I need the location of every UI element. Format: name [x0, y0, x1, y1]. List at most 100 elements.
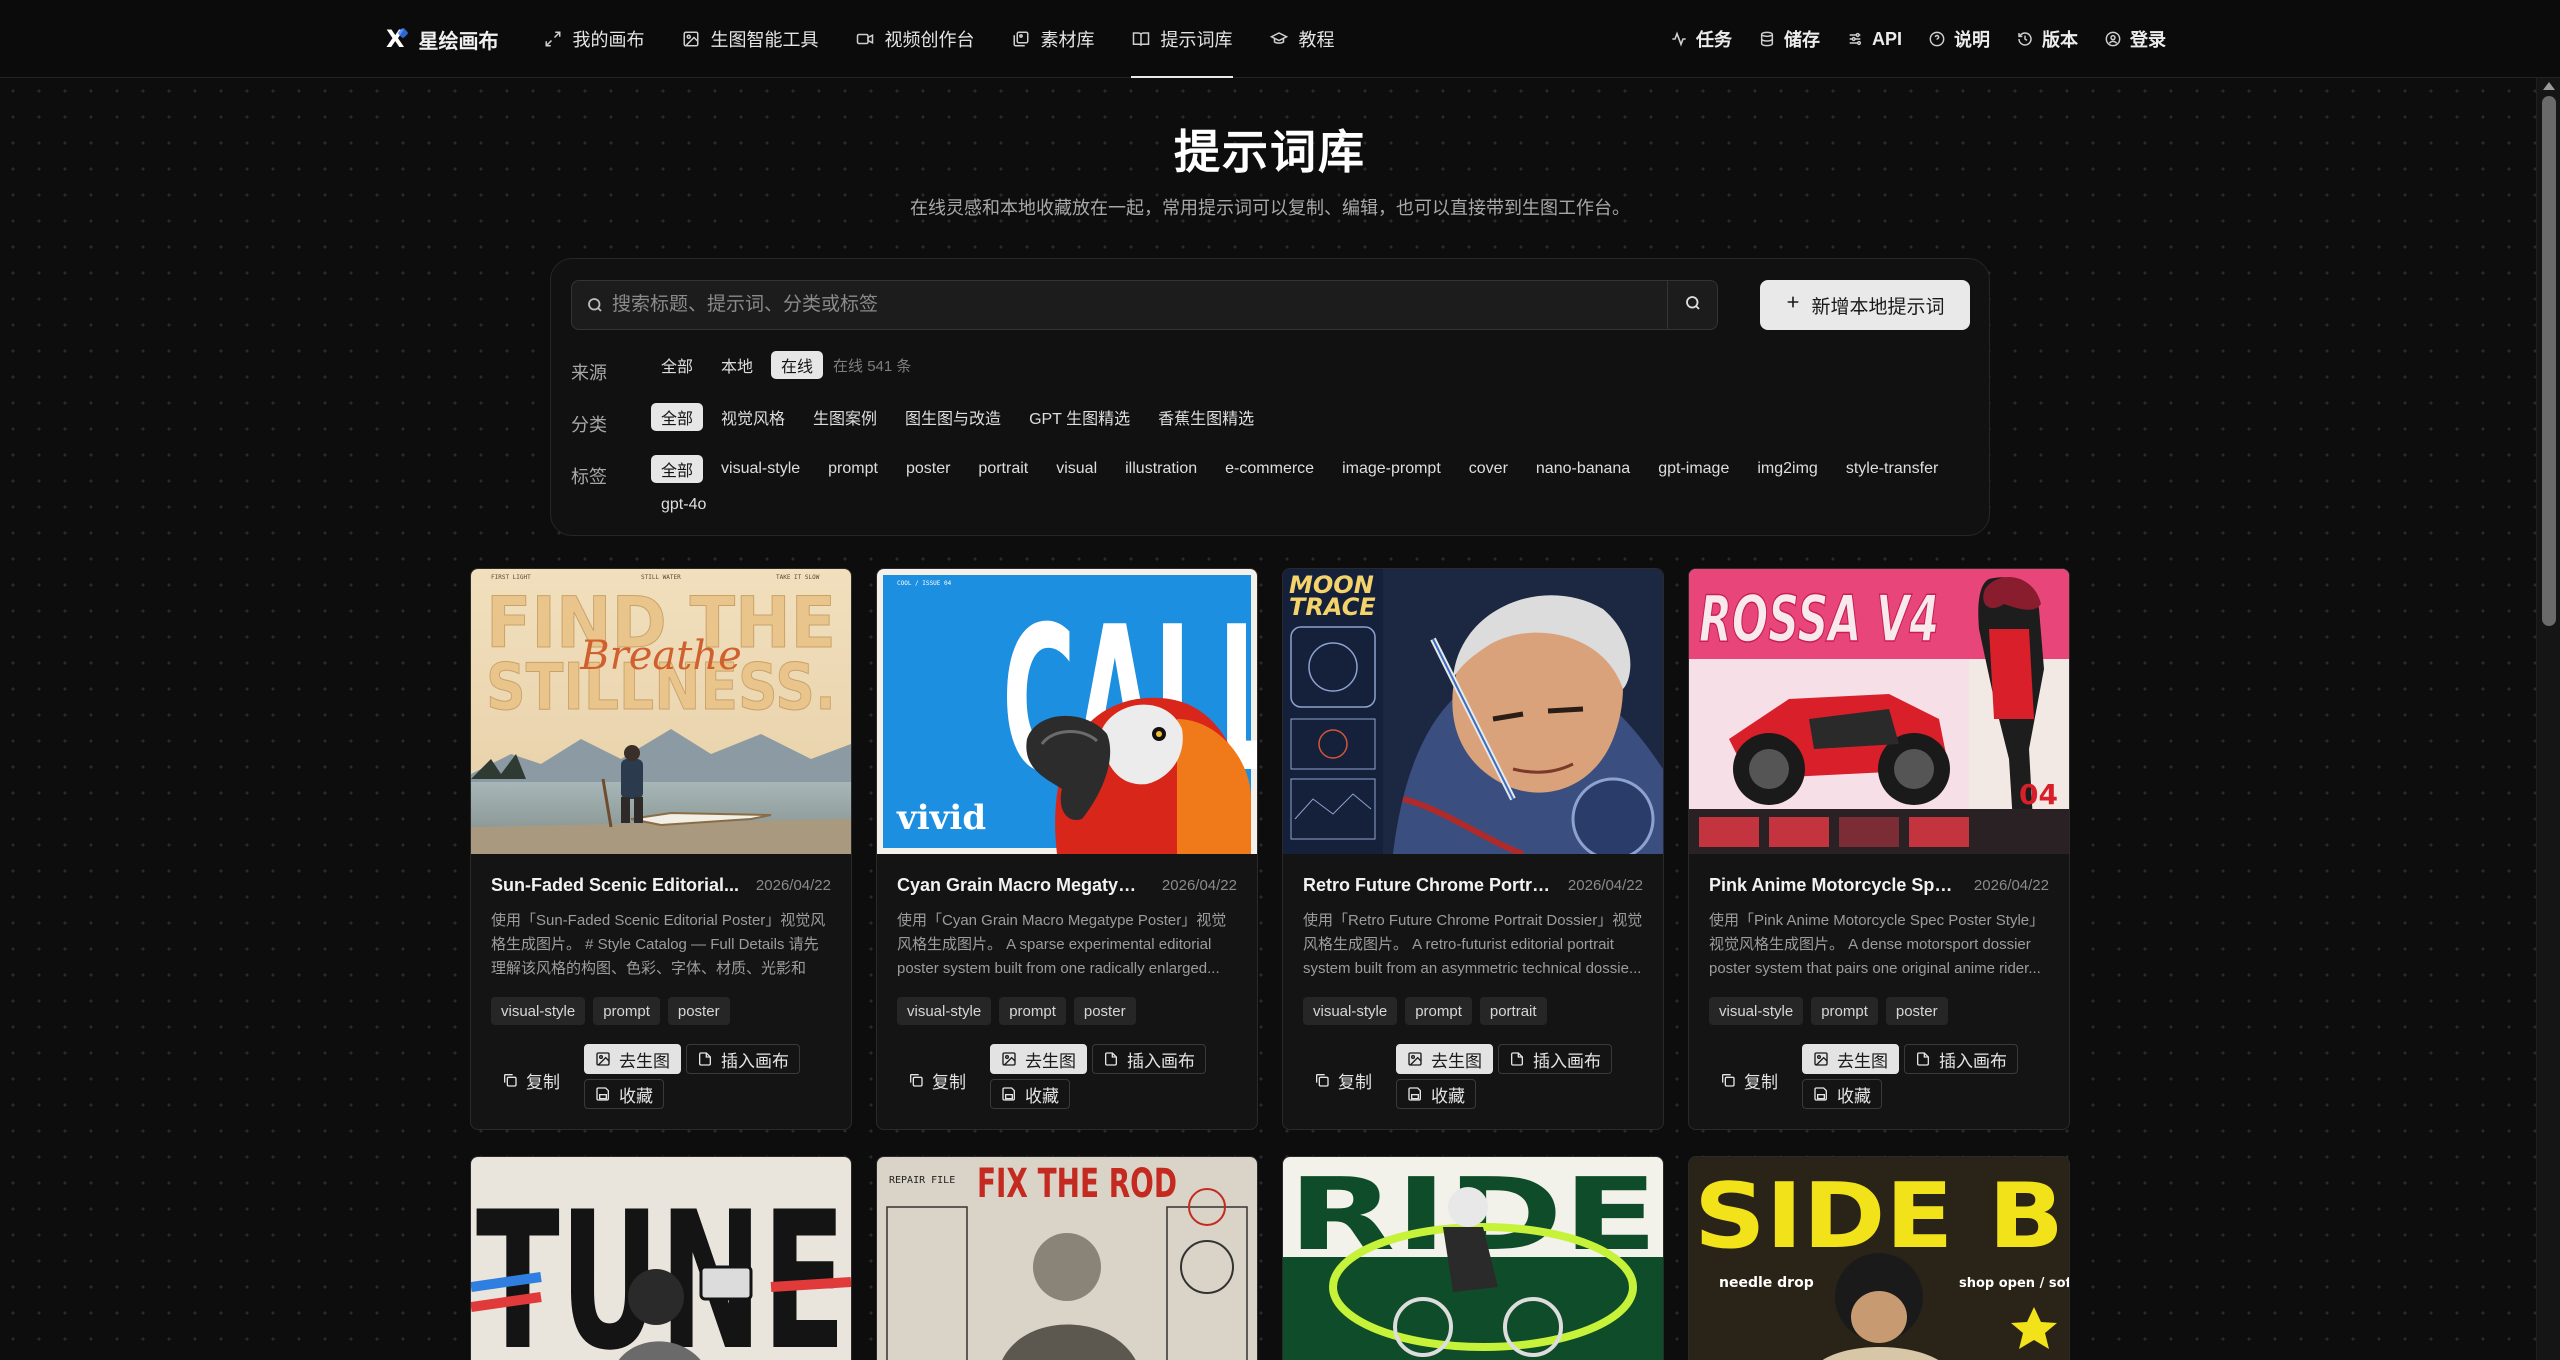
generate-button[interactable]: 去生图 — [990, 1044, 1087, 1074]
prompt-card[interactable]: TUNE — [470, 1156, 852, 1360]
copy-button[interactable]: 复制 — [1709, 1061, 1789, 1099]
filter-chip-category[interactable]: 视觉风格 — [711, 403, 795, 431]
brand-mark-icon: X — [386, 25, 405, 53]
nav-item-tutorial[interactable]: 教程 — [1269, 0, 1335, 78]
nav-tasks[interactable]: 任务 — [1670, 26, 1732, 52]
prompt-card[interactable]: ROSSA V4 04 Pink Anime Motorcycle Spec..… — [1688, 568, 2070, 1130]
card-thumbnail[interactable]: SIDE B needle drop shop open / soft s — [1689, 1157, 2069, 1360]
filter-chip-category[interactable]: 香蕉生图精选 — [1148, 403, 1264, 431]
card-tag[interactable]: prompt — [1811, 997, 1878, 1025]
card-tag[interactable]: prompt — [1405, 997, 1472, 1025]
nav-storage[interactable]: 储存 — [1758, 26, 1820, 52]
search-button[interactable] — [1667, 281, 1717, 329]
card-thumbnail[interactable]: REPAIR FILE FIX THE ROD — [877, 1157, 1257, 1360]
generate-button[interactable]: 去生图 — [1396, 1044, 1493, 1074]
nav-item-image-tools[interactable]: 生图智能工具 — [681, 0, 819, 78]
prompt-card[interactable]: RIDE — [1282, 1156, 1664, 1360]
filter-chip-tag[interactable]: portrait — [968, 455, 1038, 483]
nav-login[interactable]: 登录 — [2104, 26, 2166, 52]
card-thumbnail[interactable]: TUNE — [471, 1157, 851, 1360]
file-plus-icon — [697, 1051, 713, 1067]
filter-chip-tag[interactable]: visual — [1046, 455, 1107, 483]
filter-label-source: 来源 — [571, 363, 607, 383]
card-thumbnail[interactable]: ROSSA V4 04 — [1689, 569, 2069, 854]
scroll-up-arrow-icon[interactable] — [2543, 82, 2555, 90]
prompt-card[interactable]: FIRST LIGHT STILL WATER TAKE IT SLOW FIN… — [470, 568, 852, 1130]
add-local-prompt-label: 新增本地提示词 — [1811, 296, 1945, 318]
nav-item-video-studio[interactable]: 视频创作台 — [855, 0, 975, 78]
prompt-card[interactable]: SIDE B needle drop shop open / soft s — [1688, 1156, 2070, 1360]
card-thumbnail[interactable]: FIRST LIGHT STILL WATER TAKE IT SLOW FIN… — [471, 569, 851, 854]
copy-button[interactable]: 复制 — [1303, 1061, 1383, 1099]
filter-chip-tag[interactable]: prompt — [818, 455, 888, 483]
help-circle-icon — [1928, 30, 1946, 48]
generate-button[interactable]: 去生图 — [1802, 1044, 1899, 1074]
nav-item-prompt-library[interactable]: 提示词库 — [1130, 0, 1233, 78]
filter-chip-category[interactable]: GPT 生图精选 — [1019, 403, 1140, 431]
filter-chip-category[interactable]: 图生图与改造 — [895, 403, 1011, 431]
card-tag[interactable]: poster — [667, 997, 730, 1025]
insert-canvas-button[interactable]: 插入画布 — [1904, 1044, 2018, 1074]
card-tag[interactable]: poster — [1073, 997, 1136, 1025]
insert-canvas-button[interactable]: 插入画布 — [1498, 1044, 1612, 1074]
filter-chip-source[interactable]: 全部 — [651, 351, 703, 379]
filter-chip-tag[interactable]: 全部 — [651, 455, 704, 483]
filter-chip-tag[interactable]: illustration — [1115, 455, 1207, 483]
search-input[interactable] — [612, 281, 1622, 329]
nav-version[interactable]: 版本 — [2016, 26, 2078, 52]
filter-chip-category[interactable]: 生图案例 — [803, 403, 887, 431]
prompt-card[interactable]: COOL / ISSUE 04 CALL vivid Cyan Grain Ma… — [876, 568, 1258, 1130]
page-subtitle: 在线灵感和本地收藏放在一起，常用提示词可以复制、编辑，也可以直接带到生图工作台。 — [910, 198, 1630, 218]
card-tag[interactable]: prompt — [999, 997, 1066, 1025]
filter-chip-tag[interactable]: poster — [896, 455, 960, 483]
nav-item-my-canvas[interactable]: 我的画布 — [543, 0, 645, 78]
card-tag[interactable]: visual-style — [1303, 997, 1398, 1025]
prompt-card[interactable]: MOON TRACE Retro Future Chrome Portrait.… — [1282, 568, 1664, 1130]
add-local-prompt-button[interactable]: 新增本地提示词 — [1760, 280, 1970, 330]
brand-logo[interactable]: X 星绘画布 — [386, 25, 499, 54]
filter-chip-tag[interactable]: gpt-image — [1648, 455, 1739, 483]
favorite-button[interactable]: 收藏 — [990, 1079, 1070, 1109]
nav-api[interactable]: API — [1846, 29, 1902, 50]
card-tag[interactable]: visual-style — [897, 997, 992, 1025]
save-icon — [1001, 1086, 1017, 1102]
filter-chip-tag[interactable]: e-commerce — [1215, 455, 1324, 483]
favorite-button[interactable]: 收藏 — [1396, 1079, 1476, 1109]
card-thumbnail[interactable]: RIDE — [1283, 1157, 1663, 1360]
card-thumbnail[interactable]: MOON TRACE — [1283, 569, 1663, 854]
card-tag[interactable]: visual-style — [491, 997, 586, 1025]
vertical-scrollbar[interactable] — [2536, 78, 2560, 1360]
filter-chip-source[interactable]: 在线 — [771, 351, 824, 379]
prompt-card[interactable]: REPAIR FILE FIX THE ROD — [876, 1156, 1258, 1360]
filter-chip-tag[interactable]: style-transfer — [1836, 455, 1948, 483]
insert-canvas-button[interactable]: 插入画布 — [686, 1044, 800, 1074]
insert-canvas-button[interactable]: 插入画布 — [1092, 1044, 1206, 1074]
card-tag[interactable]: prompt — [593, 997, 660, 1025]
favorite-button[interactable]: 收藏 — [1802, 1079, 1882, 1109]
generate-button[interactable]: 去生图 — [584, 1044, 681, 1074]
filter-chip-tag[interactable]: image-prompt — [1332, 455, 1451, 483]
filter-chip-category[interactable]: 全部 — [651, 403, 704, 431]
nav-item-label: 素材库 — [1040, 30, 1095, 50]
card-title: Retro Future Chrome Portrait... — [1303, 875, 1553, 895]
nav-left: X 星绘画布 我的画布 生图智能工具 视频创作台 素材库 提示词库 教程 — [386, 0, 1371, 78]
brand-name: 星绘画布 — [418, 30, 499, 53]
filter-chip-tag[interactable]: gpt-4o — [651, 491, 716, 519]
filter-chip-source[interactable]: 本地 — [711, 351, 763, 379]
nav-storage-label: 储存 — [1783, 30, 1820, 50]
card-tag[interactable]: visual-style — [1709, 997, 1804, 1025]
favorite-button[interactable]: 收藏 — [584, 1079, 664, 1109]
card-tag[interactable]: poster — [1885, 997, 1948, 1025]
filter-chip-tag[interactable]: img2img — [1747, 455, 1827, 483]
nav-item-assets[interactable]: 素材库 — [1011, 0, 1095, 78]
card-tags: visual-style prompt poster — [897, 997, 1136, 1025]
nav-help[interactable]: 说明 — [1928, 26, 1990, 52]
card-tag[interactable]: portrait — [1479, 997, 1547, 1025]
filter-chip-tag[interactable]: cover — [1459, 455, 1518, 483]
card-thumbnail[interactable]: COOL / ISSUE 04 CALL vivid — [877, 569, 1257, 854]
copy-button[interactable]: 复制 — [491, 1061, 571, 1099]
scrollbar-thumb[interactable] — [2542, 96, 2556, 626]
filter-chip-tag[interactable]: nano-banana — [1526, 455, 1640, 483]
copy-button[interactable]: 复制 — [897, 1061, 977, 1099]
filter-chip-tag[interactable]: visual-style — [711, 455, 810, 483]
